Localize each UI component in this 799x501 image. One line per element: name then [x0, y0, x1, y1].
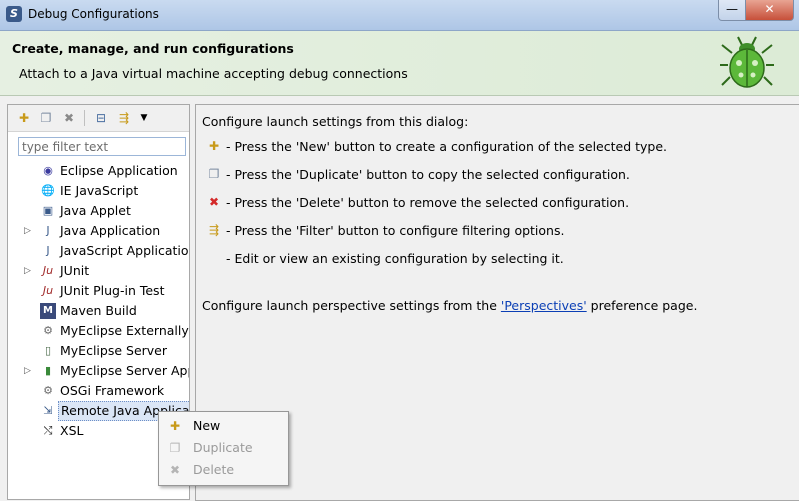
filter-icon: ⇶	[208, 223, 220, 237]
tree-item-myeclipse-server-app[interactable]: ▷ ▮ MyEclipse Server App	[8, 361, 189, 381]
window-title: Debug Configurations	[28, 7, 159, 21]
help-step-new: - Press the 'New' button to create a con…	[226, 139, 667, 154]
osgi-icon: ⚙	[43, 384, 53, 397]
remote-java-icon: ⇲	[43, 404, 53, 417]
globe-icon: 🌐	[41, 184, 55, 197]
expand-icon[interactable]: ▷	[24, 261, 34, 281]
help-step-delete: - Press the 'Delete' button to remove th…	[226, 195, 630, 210]
junit-plugin-icon: Ju	[42, 284, 54, 297]
java-app-icon: J	[46, 224, 50, 237]
tree-item-myeclipse-server[interactable]: ▯ MyEclipse Server	[8, 341, 189, 361]
tree-item-eclipse-application[interactable]: ◉ Eclipse Application	[8, 161, 189, 181]
help-step-filter: - Press the 'Filter' button to configure…	[226, 223, 565, 238]
intro-text: Configure launch settings from this dial…	[202, 114, 469, 129]
delete-icon: ✖	[208, 195, 220, 209]
junit-icon: Ju	[42, 264, 54, 277]
duplicate-icon[interactable]: ❐	[38, 110, 54, 126]
debug-bug-icon	[720, 36, 774, 88]
perspectives-suffix: preference page.	[586, 298, 698, 313]
filter-icon[interactable]: ⇶	[116, 110, 132, 126]
help-step-duplicate: - Press the 'Duplicate' button to copy t…	[226, 167, 630, 182]
duplicate-icon: ❐	[208, 167, 220, 181]
applet-icon: ▣	[42, 204, 54, 217]
maven-icon: M	[40, 303, 56, 319]
context-menu-duplicate[interactable]: ❐ Duplicate	[159, 437, 288, 459]
view-menu-icon[interactable]: ▼	[136, 110, 152, 126]
eclipse-icon: ◉	[43, 164, 53, 177]
title-bar: S Debug Configurations — ✕	[0, 0, 799, 31]
new-configuration-icon: ✚	[169, 419, 181, 433]
filter-input[interactable]	[18, 137, 186, 156]
configuration-tree: ◉ Eclipse Application 🌐 IE JavaScript ▣ …	[8, 161, 189, 441]
context-menu: ✚ New ❐ Duplicate ✖ Delete	[158, 411, 289, 486]
collapse-all-icon[interactable]: ⊟	[93, 110, 109, 126]
close-button[interactable]: ✕	[745, 0, 794, 21]
myeclipse-icon: ⚙	[43, 324, 53, 337]
expand-icon[interactable]: ▷	[24, 221, 34, 241]
new-configuration-icon: ✚	[208, 139, 220, 153]
tree-item-myeclipse-externally[interactable]: ⚙ MyEclipse Externally L	[8, 321, 189, 341]
minimize-button[interactable]: —	[718, 0, 746, 21]
expand-icon[interactable]: ▷	[24, 361, 34, 381]
tree-item-junit-plugin-test[interactable]: Ju JUnit Plug-in Test	[8, 281, 189, 301]
tree-item-osgi-framework[interactable]: ⚙ OSGi Framework	[8, 381, 189, 401]
server-app-icon: ▮	[44, 364, 52, 377]
server-icon: ▯	[44, 344, 52, 357]
app-icon: S	[6, 6, 22, 22]
perspectives-link[interactable]: 'Perspectives'	[501, 298, 587, 313]
tree-item-ie-javascript[interactable]: 🌐 IE JavaScript	[8, 181, 189, 201]
tree-item-javascript-application[interactable]: J JavaScript Application	[8, 241, 189, 261]
header-subtitle: Attach to a Java virtual machine accepti…	[19, 66, 408, 81]
toolbar-separator	[84, 110, 85, 126]
tree-toolbar: ✚ ❐ ✖ ⊟ ⇶ ▼	[8, 105, 189, 132]
tree-item-maven-build[interactable]: M Maven Build	[8, 301, 189, 321]
dialog-header: Create, manage, and run configurations A…	[0, 31, 799, 96]
js-icon: J	[46, 244, 50, 257]
perspectives-prefix: Configure launch perspective settings fr…	[202, 298, 501, 313]
tree-item-junit[interactable]: ▷ Ju JUnit	[8, 261, 189, 281]
header-title: Create, manage, and run configurations	[12, 41, 294, 56]
duplicate-icon: ❐	[169, 441, 181, 455]
tree-item-java-applet[interactable]: ▣ Java Applet	[8, 201, 189, 221]
delete-icon: ✖	[169, 463, 181, 477]
context-menu-new[interactable]: ✚ New	[159, 415, 288, 437]
perspectives-text: Configure launch perspective settings fr…	[202, 298, 697, 313]
xsl-icon: ⤭	[43, 424, 53, 437]
delete-icon[interactable]: ✖	[61, 110, 77, 126]
help-step-edit: - Edit or view an existing configuration…	[226, 251, 564, 266]
context-menu-delete[interactable]: ✖ Delete	[159, 459, 288, 481]
new-configuration-icon[interactable]: ✚	[16, 110, 32, 126]
tree-item-java-application[interactable]: ▷ J Java Application	[8, 221, 189, 241]
